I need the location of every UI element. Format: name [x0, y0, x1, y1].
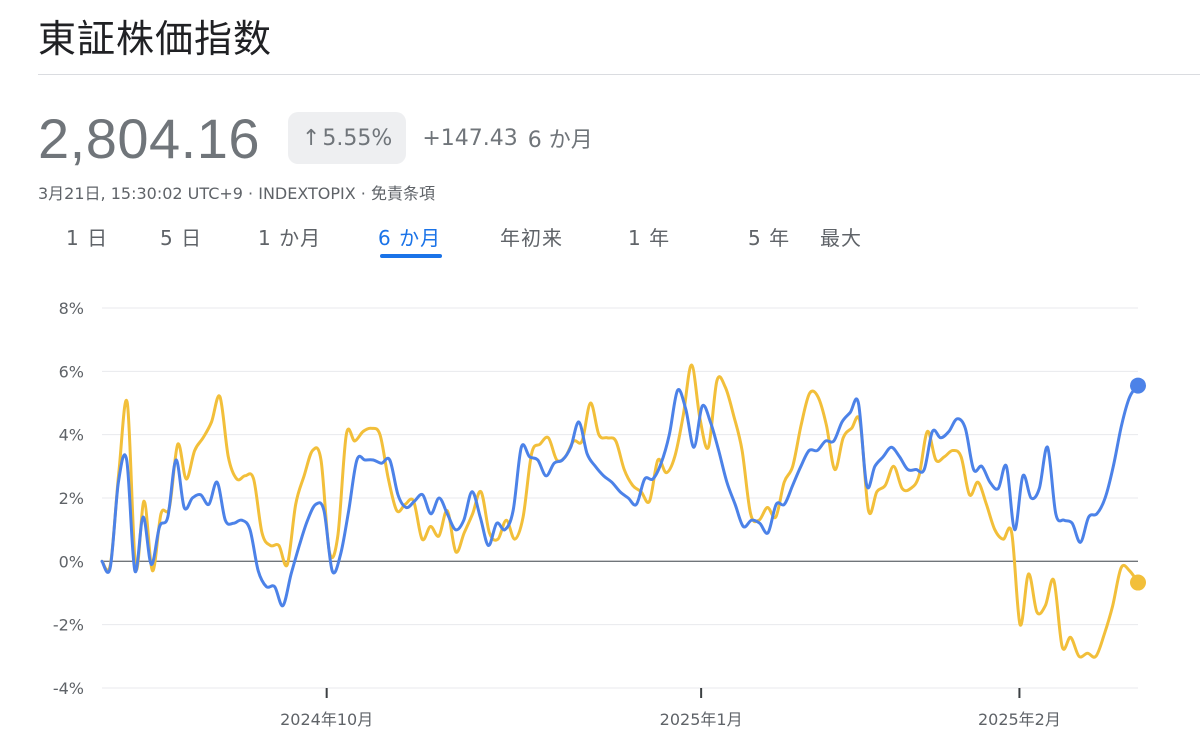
- series-line-yellow: [100, 363, 1140, 659]
- y-tick-label: 4%: [59, 426, 84, 445]
- change-percent-badge: ↑ 5.55%: [287, 112, 407, 164]
- tab-1y[interactable]: 1 年: [628, 222, 670, 251]
- page-title: 東証株価指数: [38, 17, 273, 61]
- quote-meta: 3月21日, 15:30:02 UTC+9 · INDEXTOPIX · 免責条…: [38, 184, 435, 203]
- y-tick-label: -2%: [53, 616, 84, 635]
- header-divider: [38, 74, 1200, 75]
- tab-5y[interactable]: 5 年: [748, 222, 790, 251]
- change-absolute: +147.43: [422, 125, 518, 151]
- arrow-up-icon: ↑: [301, 125, 321, 151]
- y-tick-label: 6%: [59, 362, 84, 381]
- active-tab-indicator: [380, 254, 442, 258]
- series-end-dot-yellow: [1130, 574, 1146, 591]
- tab-1m[interactable]: 1 か月: [258, 222, 321, 251]
- series-end-dot-blue: [1130, 377, 1146, 394]
- x-tick-label: 2025年1月: [660, 710, 743, 729]
- current-price: 2,804.16: [38, 106, 260, 170]
- y-tick-label: 0%: [59, 552, 84, 571]
- tab-5d[interactable]: 5 日: [160, 222, 202, 251]
- change-percent: 5.55%: [322, 125, 393, 151]
- performance-chart: -4% -2% 0% 2% 4% 6% 8% 2024年10月 2025年1月 2025年2月: [53, 299, 1146, 729]
- y-tick-label: -4%: [53, 679, 84, 698]
- quote-row: 2,804.16 ↑ 5.55% +147.43 6 か月: [38, 106, 593, 170]
- y-tick-label: 8%: [59, 299, 84, 318]
- change-period: 6 か月: [527, 128, 593, 153]
- tab-max[interactable]: 最大: [820, 222, 862, 251]
- tab-6m[interactable]: 6 か月: [378, 222, 441, 251]
- tab-ytd[interactable]: 年初来: [500, 222, 563, 251]
- tab-1d[interactable]: 1 日: [66, 222, 108, 251]
- x-tick-label: 2024年10月: [280, 710, 373, 729]
- x-tick-label: 2025年2月: [978, 710, 1061, 729]
- y-tick-label: 2%: [59, 489, 84, 508]
